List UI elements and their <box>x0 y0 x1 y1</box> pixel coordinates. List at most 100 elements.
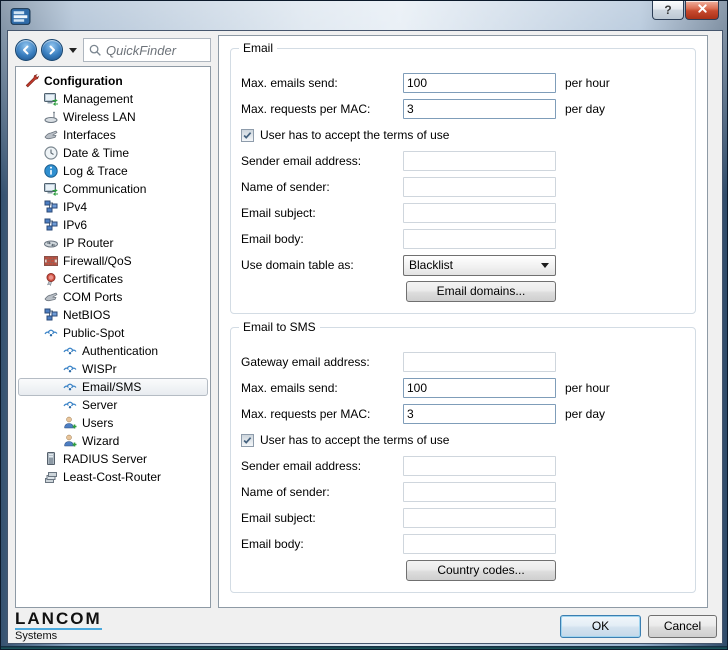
tree-item-label: Communication <box>63 182 146 196</box>
computer-sync-icon <box>42 181 59 197</box>
tree-item-label: COM Ports <box>63 290 122 304</box>
field-label: Name of sender: <box>241 485 403 499</box>
config-tree: Configuration Management Wireless LAN Inter… <box>15 66 211 608</box>
close-button[interactable] <box>685 1 719 20</box>
group-email: EmailMax. emails send:per hourMax. reque… <box>230 48 696 314</box>
terms-checkbox[interactable] <box>241 434 254 447</box>
tree-item-firewall-qos[interactable]: Firewall/QoS <box>18 252 208 270</box>
tree-item-label: IPv4 <box>63 200 87 214</box>
wifi-icon <box>61 379 78 395</box>
back-button[interactable] <box>15 39 37 61</box>
form-row: Max. emails send:per hour <box>241 378 685 398</box>
tree-item-label: Certificates <box>63 272 123 286</box>
max-requests-per-mac-input[interactable] <box>403 99 556 119</box>
tree-item-ipv6[interactable]: IPv6 <box>18 216 208 234</box>
ok-button[interactable]: OK <box>560 615 641 638</box>
tree-item-netbios[interactable]: NetBIOS <box>18 306 208 324</box>
max-emails-send-input[interactable] <box>403 378 556 398</box>
tree-item-label: Configuration <box>44 74 123 88</box>
name-of-sender-input[interactable] <box>403 482 556 502</box>
forward-button[interactable] <box>41 39 63 61</box>
tree-item-label: Management <box>63 92 133 106</box>
tree-item-management[interactable]: Management <box>18 90 208 108</box>
field-label: Name of sender: <box>241 180 403 194</box>
email-subject-input[interactable] <box>403 203 556 223</box>
tree-item-wireless-lan[interactable]: Wireless LAN <box>18 108 208 126</box>
max-emails-send-input[interactable] <box>403 73 556 93</box>
unit-label: per hour <box>565 76 610 90</box>
tree-item-label: Email/SMS <box>82 380 141 394</box>
checkbox-label: User has to accept the terms of use <box>260 433 449 447</box>
certificate-icon <box>42 271 59 287</box>
checkbox-row: User has to accept the terms of use <box>241 125 685 145</box>
field-label: Email body: <box>241 232 403 246</box>
network-icon <box>42 307 59 323</box>
terms-checkbox[interactable] <box>241 129 254 142</box>
max-requests-per-mac-input[interactable] <box>403 404 556 424</box>
tree-item-least-cost-router[interactable]: Least-Cost-Router <box>18 468 208 486</box>
history-dropdown-icon[interactable] <box>69 48 77 53</box>
tree-item-server[interactable]: Server <box>18 396 208 414</box>
tree-item-label: IPv6 <box>63 218 87 232</box>
tree-item-ipv4[interactable]: IPv4 <box>18 198 208 216</box>
form-row: Name of sender: <box>241 177 685 197</box>
tree-item-radius-server[interactable]: RADIUS Server <box>18 450 208 468</box>
tree-item-com-ports[interactable]: COM Ports <box>18 288 208 306</box>
name-of-sender-input[interactable] <box>403 177 556 197</box>
app-window-icon <box>10 6 31 27</box>
sender-email-address-input[interactable] <box>403 151 556 171</box>
group-title: Email to SMS <box>239 320 320 334</box>
tree-item-public-spot[interactable]: Public-Spot <box>18 324 208 342</box>
field-label: Max. emails send: <box>241 76 403 90</box>
lancom-logo: LANCOM Systems <box>15 610 102 642</box>
stack-icon <box>42 469 59 485</box>
search-icon <box>88 43 103 58</box>
email-domains-button[interactable]: Email domains... <box>406 281 556 302</box>
tree-item-label: Users <box>82 416 113 430</box>
hand-icon <box>42 127 59 143</box>
quickfinder-input[interactable] <box>106 43 206 58</box>
form-row: Use domain table as:Blacklist <box>241 255 685 275</box>
form-row: Email subject: <box>241 508 685 528</box>
tree-item-label: Date & Time <box>63 146 129 160</box>
cancel-button[interactable]: Cancel <box>648 615 717 638</box>
email-body-input[interactable] <box>403 534 556 554</box>
help-icon: ? <box>664 3 671 17</box>
help-button[interactable]: ? <box>652 1 684 20</box>
tree-item-wizard[interactable]: Wizard <box>18 432 208 450</box>
tree-item-label: RADIUS Server <box>63 452 147 466</box>
form-row: Sender email address: <box>241 151 685 171</box>
dialog-footer: LANCOM Systems OK Cancel <box>15 612 717 640</box>
arrow-left-icon <box>21 45 31 55</box>
field-label: Gateway email address: <box>241 355 403 369</box>
router-icon <box>42 235 59 251</box>
computer-sync-icon <box>42 91 59 107</box>
tree-item-label: Interfaces <box>63 128 116 142</box>
close-icon <box>697 3 708 17</box>
sender-email-address-input[interactable] <box>403 456 556 476</box>
tree-item-wispr[interactable]: WISPr <box>18 360 208 378</box>
field-label: Sender email address: <box>241 154 403 168</box>
tree-item-interfaces[interactable]: Interfaces <box>18 126 208 144</box>
tree-item-certificates[interactable]: Certificates <box>18 270 208 288</box>
gateway-email-address-input[interactable] <box>403 352 556 372</box>
wifi-icon <box>42 325 59 341</box>
brand-name: LANCOM <box>15 610 102 630</box>
tree-item-ip-router[interactable]: IP Router <box>18 234 208 252</box>
tree-item-label: WISPr <box>82 362 117 376</box>
tree-item-configuration[interactable]: Configuration <box>18 72 208 90</box>
tree-item-authentication[interactable]: Authentication <box>18 342 208 360</box>
email-body-input[interactable] <box>403 229 556 249</box>
tree-item-communication[interactable]: Communication <box>18 180 208 198</box>
tree-item-users[interactable]: Users <box>18 414 208 432</box>
tree-item-log-trace[interactable]: Log & Trace <box>18 162 208 180</box>
form-row: Max. requests per MAC:per day <box>241 404 685 424</box>
tree-item-label: Authentication <box>82 344 158 358</box>
email-subject-input[interactable] <box>403 508 556 528</box>
tree-item-email-sms[interactable]: Email/SMS <box>18 378 208 396</box>
network-icon <box>42 199 59 215</box>
tree-item-label: IP Router <box>63 236 113 250</box>
country-codes-button[interactable]: Country codes... <box>406 560 556 581</box>
use-domain-table-as-select[interactable]: Blacklist <box>403 255 556 276</box>
tree-item-date-time[interactable]: Date & Time <box>18 144 208 162</box>
